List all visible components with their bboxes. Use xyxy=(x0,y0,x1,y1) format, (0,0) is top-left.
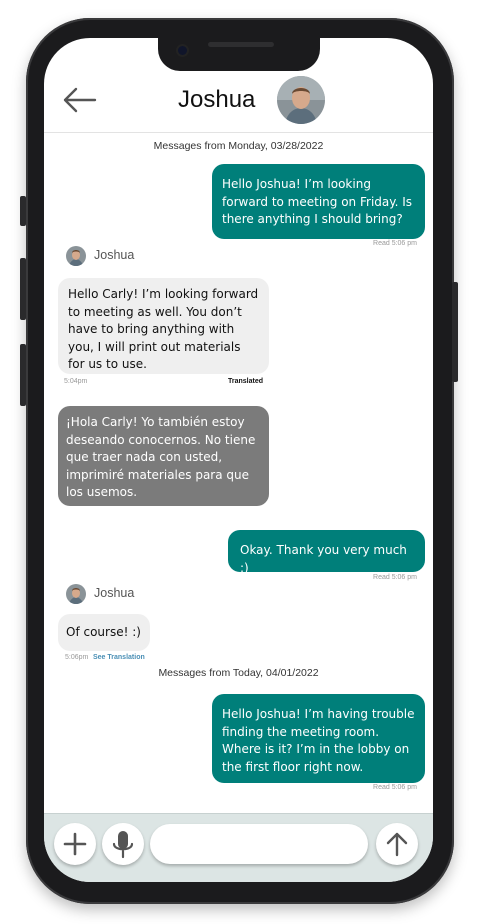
arrow-up-icon xyxy=(386,832,408,857)
volume-up-button xyxy=(20,258,26,320)
message-composer xyxy=(44,813,433,882)
microphone-icon xyxy=(112,831,134,859)
date-separator: Messages from Today, 04/01/2022 xyxy=(158,667,319,679)
sender-label: Joshua xyxy=(66,246,186,266)
phone-screen: Joshua Messages from Monday, 03/28/2022 … xyxy=(44,38,433,882)
message-input[interactable] xyxy=(150,824,368,864)
outgoing-message[interactable]: Okay. Thank you very much :) xyxy=(228,530,425,575)
contact-avatar[interactable] xyxy=(277,76,325,124)
incoming-message[interactable]: Hello Carly! I’m looking forward to meet… xyxy=(58,278,269,374)
sender-name: Joshua xyxy=(94,586,135,600)
translated-label: Translated xyxy=(228,378,264,385)
message-time: 5:06pm xyxy=(65,654,89,661)
date-separator: Messages from Monday, 03/28/2022 xyxy=(153,140,324,152)
read-receipt: Read 5:06 pm xyxy=(373,240,417,247)
message-time: 5:04pm xyxy=(64,378,88,385)
contact-name: Joshua xyxy=(178,86,256,113)
power-button xyxy=(452,282,458,382)
read-receipt: Read 5:06 pm xyxy=(373,784,417,791)
sender-avatar xyxy=(66,246,86,266)
sender-avatar xyxy=(66,584,86,604)
silent-switch xyxy=(20,196,26,226)
speaker-grille xyxy=(208,42,274,47)
outgoing-message[interactable]: Hello Joshua! I’m looking forward to mee… xyxy=(212,164,425,239)
sender-name: Joshua xyxy=(94,248,135,262)
plus-icon xyxy=(63,832,87,856)
phone-notch xyxy=(158,38,320,71)
incoming-message[interactable]: Of course! :) xyxy=(58,614,150,651)
volume-down-button xyxy=(20,344,26,406)
original-language-message[interactable]: ¡Hola Carly! Yo también estoy deseando c… xyxy=(58,406,269,506)
add-button[interactable] xyxy=(54,823,96,865)
voice-input-button[interactable] xyxy=(102,823,144,865)
outgoing-message[interactable]: Hello Joshua! I’m having trouble finding… xyxy=(212,694,425,783)
arrow-left-icon[interactable] xyxy=(62,86,98,114)
front-camera xyxy=(178,46,187,55)
send-button[interactable] xyxy=(376,823,418,865)
read-receipt: Read 5:06 pm xyxy=(373,574,417,581)
sender-label: Joshua xyxy=(66,584,186,604)
see-translation-link[interactable]: See Translation xyxy=(93,654,145,661)
